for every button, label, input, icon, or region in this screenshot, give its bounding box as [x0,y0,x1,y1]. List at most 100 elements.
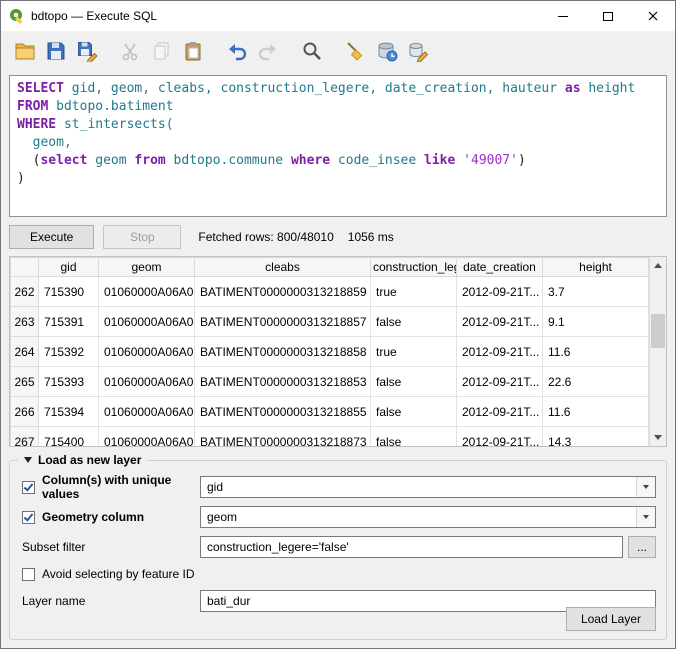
data-cell[interactable]: true [371,277,457,307]
data-cell[interactable]: 01060000A06A0... [99,397,195,427]
avoid-feature-id-checkbox[interactable] [22,568,35,581]
results-grid[interactable]: gidgeomcleabsconstruction_legeredate_cre… [10,257,649,446]
row-number-cell[interactable]: 263 [11,307,39,337]
column-header-cleabs[interactable]: cleabs [195,258,371,277]
maximize-button[interactable] [585,1,630,31]
data-cell[interactable]: 2012-09-21T... [457,337,543,367]
data-cell[interactable]: 2012-09-21T... [457,367,543,397]
scrollbar-track[interactable] [650,274,666,429]
open-query-button[interactable] [9,36,40,66]
minimize-button[interactable] [540,1,585,31]
data-cell[interactable]: 715394 [39,397,99,427]
data-cell[interactable]: 2012-09-21T... [457,397,543,427]
data-cell[interactable]: 3.7 [543,277,649,307]
data-cell[interactable]: 22.6 [543,367,649,397]
data-cell[interactable]: BATIMENT0000000313218859 [195,277,371,307]
data-cell[interactable]: 9.1 [543,307,649,337]
geometry-column-checkbox[interactable] [22,511,35,524]
data-cell[interactable]: true [371,337,457,367]
subset-filter-input[interactable] [200,536,623,558]
data-cell[interactable]: BATIMENT0000000313218857 [195,307,371,337]
row-number-cell[interactable]: 267 [11,427,39,447]
data-cell[interactable]: 01060000A06A0... [99,367,195,397]
scroll-down-button[interactable] [650,429,666,446]
row-number-cell[interactable]: 264 [11,337,39,367]
data-cell[interactable]: 2012-09-21T... [457,427,543,447]
table-row[interactable]: 26271539001060000A06A0...BATIMENT0000000… [11,277,649,307]
data-cell[interactable]: false [371,427,457,447]
scroll-up-button[interactable] [650,257,666,274]
row-number-cell[interactable]: 262 [11,277,39,307]
subset-filter-browse-button[interactable]: ... [628,536,656,558]
data-cell[interactable]: false [371,367,457,397]
title-bar[interactable]: bdtopo — Execute SQL [1,1,675,31]
column-header-date_creation[interactable]: date_creation [457,258,543,277]
row-number-cell[interactable]: 265 [11,367,39,397]
data-cell[interactable]: BATIMENT0000000313218873 [195,427,371,447]
redo-button[interactable] [252,36,283,66]
load-section-title: Load as new layer [38,453,141,467]
save-query-as-button[interactable] [71,36,102,66]
table-row[interactable]: 26371539101060000A06A0...BATIMENT0000000… [11,307,649,337]
clear-button[interactable] [340,36,371,66]
column-header-gid[interactable]: gid [39,258,99,277]
data-cell[interactable]: 14.3 [543,427,649,447]
data-cell[interactable]: 11.6 [543,337,649,367]
find-button[interactable] [296,36,327,66]
unique-values-label[interactable]: Column(s) with unique values [42,473,200,501]
close-button[interactable] [630,1,675,31]
data-cell[interactable]: 715391 [39,307,99,337]
paste-button[interactable] [177,36,208,66]
avoid-feature-id-label-wrap[interactable]: Avoid selecting by feature ID [22,567,200,581]
data-cell[interactable]: BATIMENT0000000313218855 [195,397,371,427]
column-header-height[interactable]: height [543,258,649,277]
load-layer-button[interactable]: Load Layer [566,607,656,631]
column-header-construction_legere[interactable]: construction_legere [371,258,457,277]
data-cell[interactable]: 11.6 [543,397,649,427]
column-header-geom[interactable]: geom [99,258,195,277]
unique-values-label-wrap[interactable]: Column(s) with unique values [22,473,200,501]
data-cell[interactable]: 2012-09-21T... [457,307,543,337]
data-cell[interactable]: 715392 [39,337,99,367]
geometry-column-label[interactable]: Geometry column [42,510,144,524]
sql-editor[interactable]: SELECT gid, geom, cleabs, construction_l… [9,75,667,217]
data-cell[interactable]: 715390 [39,277,99,307]
geometry-column-dropdown-button[interactable] [636,507,655,527]
unique-values-dropdown-button[interactable] [636,477,655,497]
data-cell[interactable]: 01060000A06A0... [99,277,195,307]
unique-values-checkbox[interactable] [22,481,35,494]
table-row[interactable]: 26571539301060000A06A0...BATIMENT0000000… [11,367,649,397]
export-button[interactable] [402,36,433,66]
data-cell[interactable]: 715400 [39,427,99,447]
data-cell[interactable]: 715393 [39,367,99,397]
table-row[interactable]: 26471539201060000A06A0...BATIMENT0000000… [11,337,649,367]
save-query-button[interactable] [40,36,71,66]
copy-button[interactable] [146,36,177,66]
geometry-column-combobox[interactable]: geom [200,506,656,528]
data-cell[interactable]: false [371,307,457,337]
avoid-feature-id-label[interactable]: Avoid selecting by feature ID [42,567,195,581]
table-corner-header[interactable] [11,258,39,277]
table-row[interactable]: 26771540001060000A06A0...BATIMENT0000000… [11,427,649,447]
data-cell[interactable]: 2012-09-21T... [457,277,543,307]
execute-sql-window: bdtopo — Execute SQL [0,0,676,649]
data-cell[interactable]: 01060000A06A0... [99,337,195,367]
data-cell[interactable]: 01060000A06A0... [99,307,195,337]
data-cell[interactable]: BATIMENT0000000313218853 [195,367,371,397]
execute-row: Execute Stop Fetched rows: 800/480101056… [9,225,667,249]
geometry-column-label-wrap[interactable]: Geometry column [22,510,200,524]
cut-button[interactable] [115,36,146,66]
table-row[interactable]: 26671539401060000A06A0...BATIMENT0000000… [11,397,649,427]
row-number-cell[interactable]: 266 [11,397,39,427]
data-cell[interactable]: 01060000A06A0... [99,427,195,447]
execute-button[interactable]: Execute [9,225,94,249]
create-view-button[interactable] [371,36,402,66]
unique-values-combobox[interactable]: gid [200,476,656,498]
vertical-scrollbar[interactable] [649,257,666,446]
undo-button[interactable] [221,36,252,66]
scrollbar-thumb[interactable] [651,314,665,348]
data-cell[interactable]: BATIMENT0000000313218858 [195,337,371,367]
data-cell[interactable]: false [371,397,457,427]
stop-button[interactable]: Stop [103,225,181,249]
load-section-header[interactable]: Load as new layer [18,453,147,467]
